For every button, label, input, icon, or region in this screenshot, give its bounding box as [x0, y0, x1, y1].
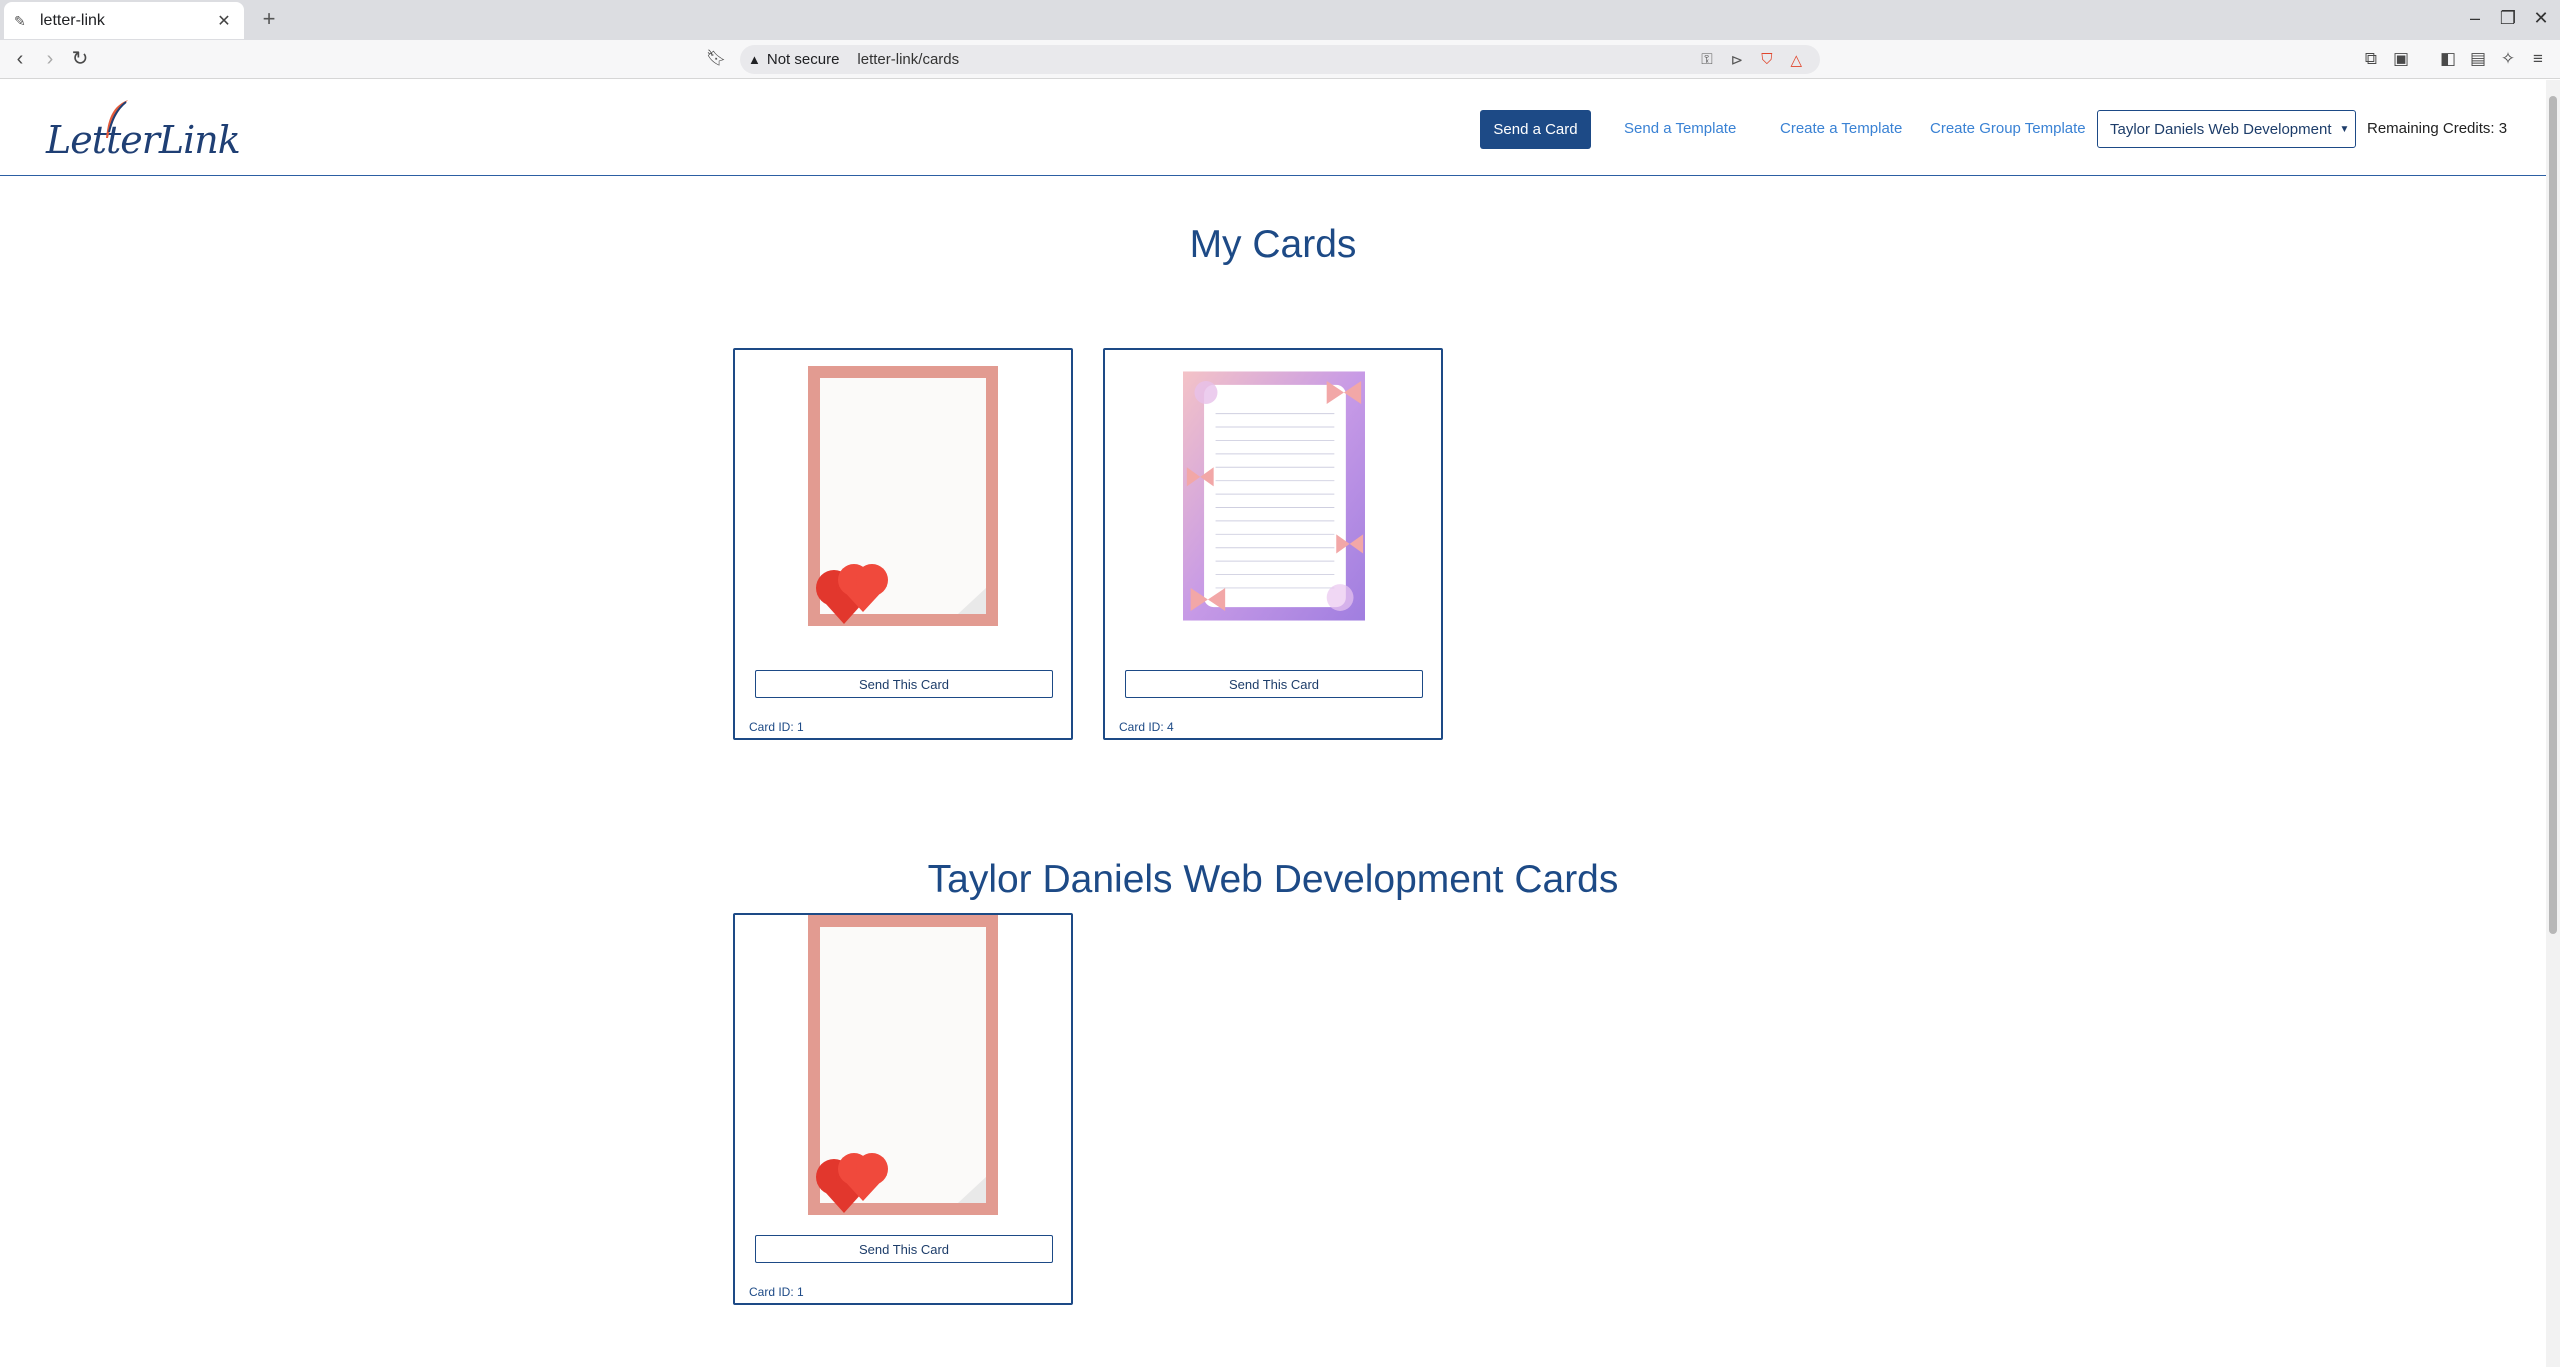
- tab-search-icon[interactable]: ▣: [2390, 49, 2412, 69]
- forward-icon[interactable]: ›: [38, 47, 62, 71]
- card-id: Card ID: 4: [1119, 720, 1174, 734]
- send-this-card-button[interactable]: Send This Card: [755, 1235, 1053, 1263]
- feather-quill-icon: [106, 100, 128, 138]
- my-cards-title: My Cards: [1189, 223, 1357, 266]
- sidebar-icon[interactable]: ◧: [2437, 49, 2459, 69]
- bows-card-image[interactable]: [1183, 366, 1365, 626]
- leo-ai-icon[interactable]: ✧: [2497, 49, 2519, 69]
- back-icon[interactable]: ‹: [8, 47, 32, 71]
- minimize-icon[interactable]: –: [2464, 8, 2486, 29]
- address-bar[interactable]: ▲ Not secure letter-link/cards ⚿ ⊳ ⛉ △: [740, 45, 1820, 74]
- brave-rewards-icon[interactable]: △: [1790, 51, 1802, 69]
- card-id: Card ID: 1: [749, 720, 804, 734]
- security-label: Not secure: [766, 51, 840, 68]
- card-tile: Send This Card Card ID: 1: [733, 913, 1073, 1305]
- brave-shield-icon[interactable]: ⛉: [1761, 51, 1772, 68]
- bookmark-icon[interactable]: 🔖︎: [704, 47, 728, 71]
- close-window-icon[interactable]: ✕: [2530, 8, 2552, 29]
- new-tab-icon[interactable]: +: [256, 6, 282, 32]
- group-cards-title: Taylor Daniels Web Development Cards: [927, 858, 1619, 901]
- card-id: Card ID: 1: [749, 1285, 804, 1299]
- warning-icon: ▲: [748, 52, 761, 67]
- feather-favicon-icon: ✎: [14, 12, 26, 29]
- card-tile: Send This Card Card ID: 1: [733, 348, 1073, 740]
- browser-toolbar: ‹ › ↻ 🔖︎ ▲ Not secure letter-link/cards …: [0, 40, 2560, 79]
- remaining-credits: Remaining Credits: 3: [2367, 120, 2508, 137]
- browser-tabbar: ✎ letter-link ✕ + – ❐ ✕: [0, 0, 2560, 40]
- group-selector-label: Taylor Daniels Web Development: [2110, 120, 2332, 138]
- card-tile: Send This Card Card ID: 4: [1103, 348, 1443, 740]
- letterlink-logo[interactable]: LetterLink: [42, 96, 241, 162]
- send-template-link[interactable]: Send a Template: [1624, 120, 1736, 137]
- share-icon[interactable]: ⊳: [1731, 51, 1744, 69]
- send-card-button[interactable]: Send a Card: [1480, 110, 1591, 149]
- site-navbar: LetterLink Send a Card Send a Template C…: [0, 80, 2546, 176]
- reload-icon[interactable]: ↻: [68, 47, 92, 71]
- browser-tab[interactable]: ✎ letter-link ✕: [4, 2, 244, 39]
- url-text: letter-link/cards: [857, 51, 960, 68]
- hearts-card-image[interactable]: [808, 366, 998, 626]
- wallet-icon[interactable]: ▤: [2467, 49, 2489, 69]
- hearts-card-image[interactable]: [808, 915, 998, 1215]
- key-icon[interactable]: ⚿: [1701, 51, 1712, 68]
- page-scrollbar[interactable]: [2546, 80, 2560, 1367]
- menu-icon[interactable]: ≡: [2527, 49, 2549, 69]
- group-selector-dropdown[interactable]: Taylor Daniels Web Development ▼: [2097, 110, 2356, 148]
- send-this-card-button[interactable]: Send This Card: [1125, 670, 1423, 698]
- scrollbar-thumb[interactable]: [2549, 96, 2557, 934]
- send-this-card-button[interactable]: Send This Card: [755, 670, 1053, 698]
- caret-down-icon: ▼: [2339, 123, 2350, 135]
- create-group-template-link[interactable]: Create Group Template: [1930, 120, 2086, 137]
- restore-icon[interactable]: ❐: [2497, 8, 2519, 29]
- tab-title: letter-link: [40, 11, 105, 29]
- page-content: LetterLink Send a Card Send a Template C…: [0, 80, 2546, 1367]
- extensions-icon[interactable]: ⧉: [2360, 49, 2382, 69]
- create-template-link[interactable]: Create a Template: [1780, 120, 1902, 137]
- close-tab-icon[interactable]: ✕: [214, 11, 234, 31]
